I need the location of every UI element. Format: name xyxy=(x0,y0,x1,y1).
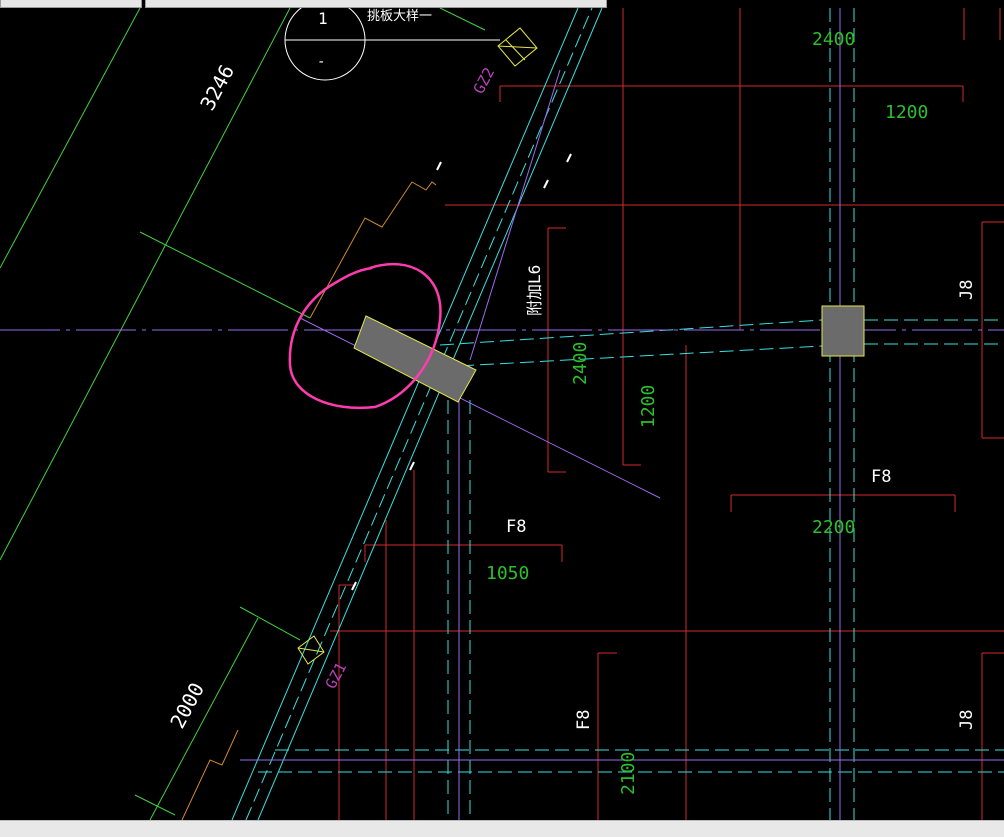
column-square[interactable] xyxy=(821,305,865,357)
beam-f8-left: F8 xyxy=(506,517,526,537)
detail-number: 1 xyxy=(318,9,328,28)
beam-j8-lower: J8 xyxy=(957,710,977,730)
beam-f8-right: F8 xyxy=(871,467,891,487)
dim-1200-mid: 1200 xyxy=(638,385,659,428)
drawing-background xyxy=(0,8,1004,820)
cad-drawing-canvas[interactable]: 1 - 挑板大样一 2400 1200 1050 2200 2400 1200 … xyxy=(0,0,1004,821)
dim-2200: 2200 xyxy=(812,517,855,538)
dim-2400-mid: 2400 xyxy=(570,342,591,385)
detail-sheet: - xyxy=(317,54,325,70)
window-top-strip xyxy=(0,0,1004,8)
beam-l6: 附加L6 xyxy=(525,265,544,316)
beam-f8-lower: F8 xyxy=(574,710,594,730)
status-strip xyxy=(0,820,1004,837)
dim-1050: 1050 xyxy=(486,563,529,584)
dim-1200-top: 1200 xyxy=(885,102,928,123)
toolbar-tab[interactable] xyxy=(145,0,607,8)
structural-plan[interactable]: 1 - 挑板大样一 2400 1200 1050 2200 2400 1200 … xyxy=(0,0,1004,821)
toolbar-tab[interactable] xyxy=(0,0,142,8)
beam-j8-upper: J8 xyxy=(957,280,977,300)
dim-2100: 2100 xyxy=(618,752,639,795)
detail-title: 挑板大样一 xyxy=(367,9,432,24)
dim-2400-top: 2400 xyxy=(812,29,855,50)
